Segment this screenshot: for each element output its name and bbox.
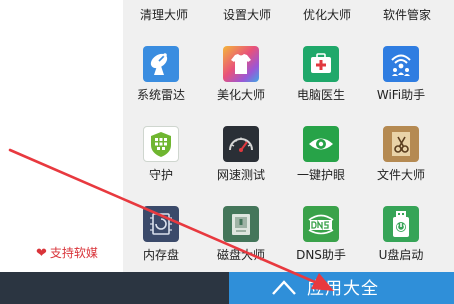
tool-label: 磁盘大师 — [216, 248, 265, 262]
radar-dish-icon — [143, 46, 179, 82]
support-link[interactable]: ❤ 支持软媒 — [36, 246, 98, 261]
tool-clean-master[interactable]: 清理大师 — [120, 8, 208, 22]
disk-safe-icon — [223, 206, 259, 242]
file-scissors-icon — [383, 126, 419, 162]
tool-label: 美化大师 — [216, 88, 265, 102]
tool-label: 守护 — [148, 168, 173, 182]
tools-grid: 清理大师 设置大师 优化大师 软件管家 系统雷达 美化大师 电脑医生 WiFi助… — [123, 0, 454, 272]
tool-label: 一键护眼 — [296, 168, 345, 182]
tool-settings-master[interactable]: 设置大师 — [203, 8, 291, 22]
tool-optimize-master[interactable]: 优化大师 — [283, 8, 371, 22]
support-label: 支持软媒 — [49, 246, 98, 260]
tool-label: 内存盘 — [142, 248, 179, 262]
shield-grid-icon — [143, 126, 179, 162]
wifi-people-icon — [383, 46, 419, 82]
all-apps-button[interactable]: 应用大全 — [229, 272, 454, 304]
tool-label: 网速测试 — [216, 168, 265, 182]
tshirt-icon — [223, 46, 259, 82]
dns-icon — [303, 206, 339, 242]
tool-label: 系统雷达 — [136, 88, 185, 102]
tool-label: U盘启动 — [378, 248, 424, 262]
medical-kit-icon — [303, 46, 339, 82]
left-panel: ❤ 支持软媒 — [0, 0, 123, 272]
tool-software-manager[interactable]: 软件管家 — [363, 8, 451, 22]
tool-label: DNS助手 — [296, 248, 346, 262]
speedometer-icon — [223, 126, 259, 162]
usb-drive-icon — [383, 206, 419, 242]
heart-icon: ❤ — [36, 246, 47, 261]
tool-label: WiFi助手 — [376, 88, 426, 102]
eye-icon — [303, 126, 339, 162]
up-arrow-icon — [271, 278, 297, 302]
tool-label: 电脑医生 — [296, 88, 345, 102]
memory-chip-icon — [143, 206, 179, 242]
all-apps-label: 应用大全 — [307, 279, 379, 299]
tool-label: 文件大师 — [376, 168, 425, 182]
